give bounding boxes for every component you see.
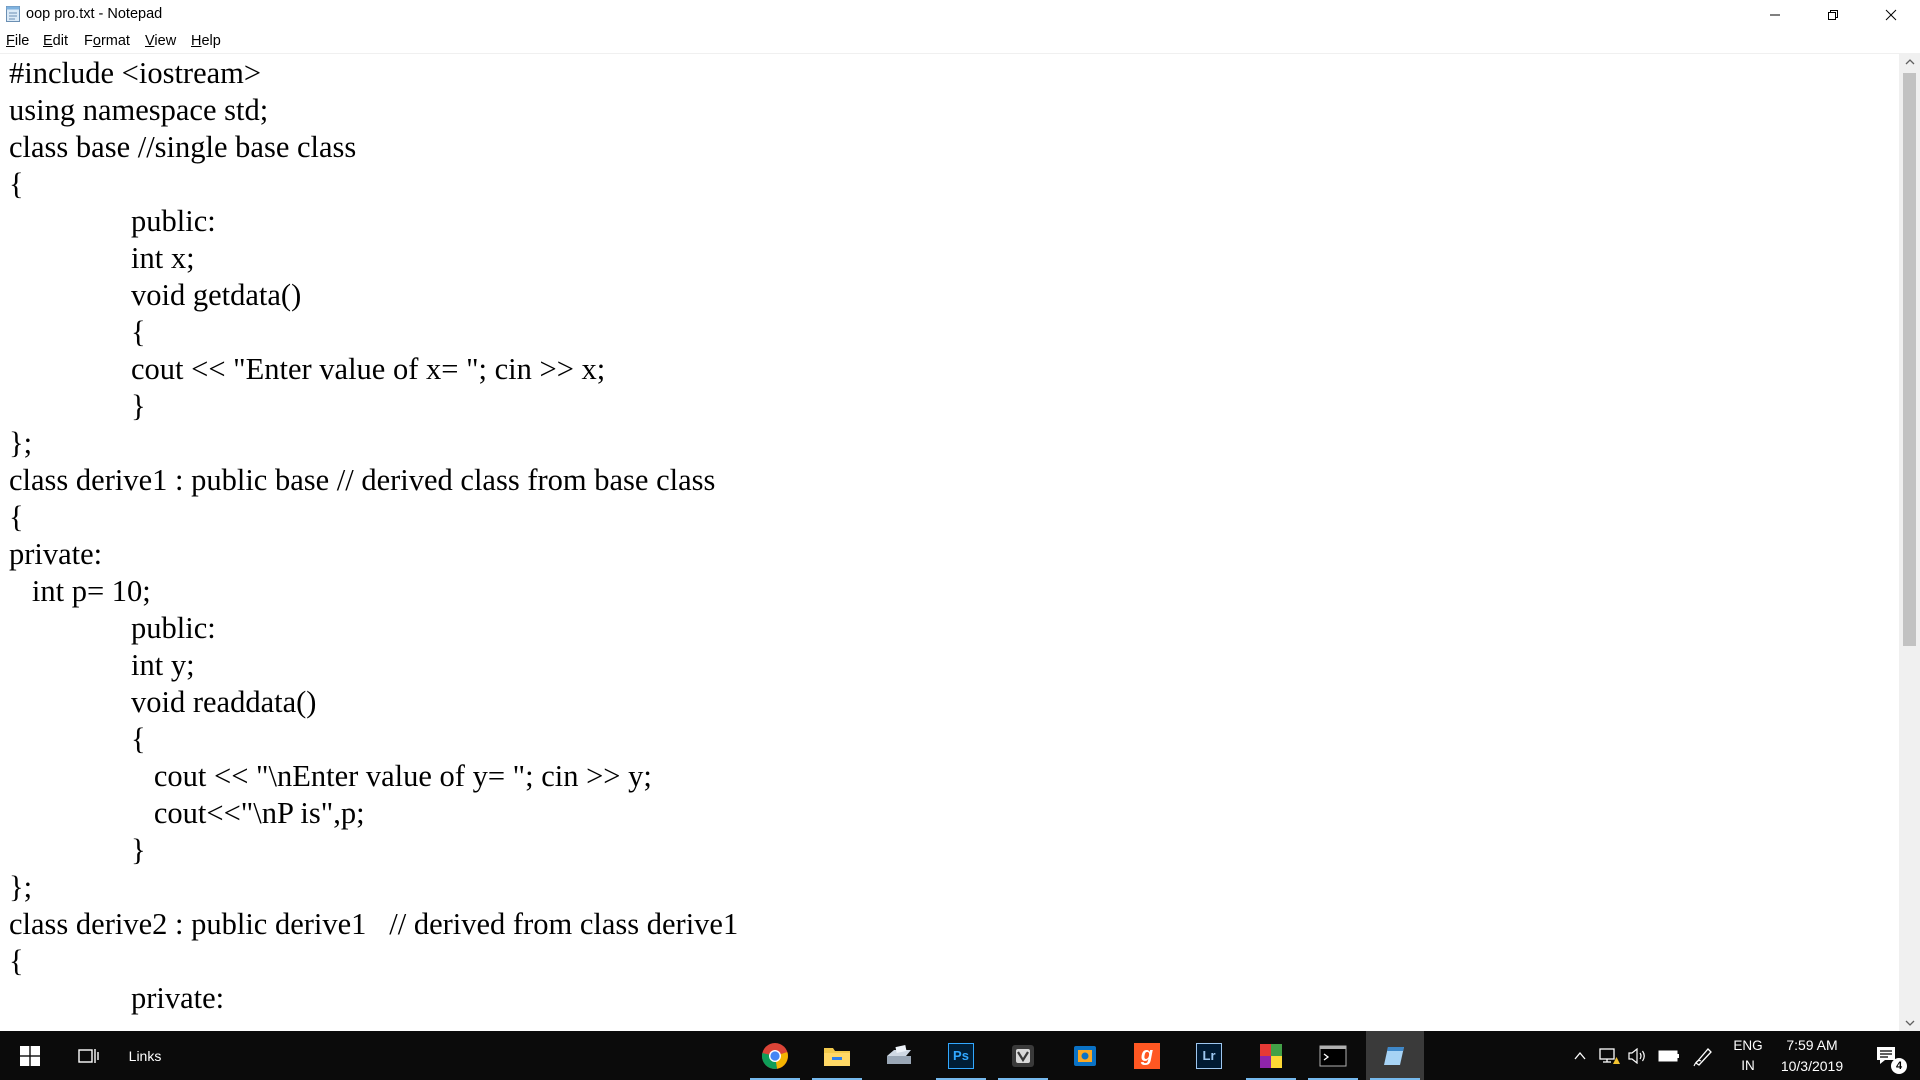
show-hidden-icons-button[interactable]	[1568, 1031, 1592, 1080]
taskbar-app-scanner[interactable]	[870, 1031, 928, 1080]
network-warning-icon	[1599, 1047, 1620, 1064]
task-view-button[interactable]	[64, 1031, 114, 1080]
code-line: {	[9, 315, 146, 349]
scroll-down-button[interactable]	[1899, 1014, 1920, 1031]
code-line: using namespace std;	[9, 93, 269, 127]
code-line: private:	[9, 981, 225, 1015]
code-line: cout << "\nEnter value of y= "; cin >> y…	[9, 759, 652, 793]
scroll-up-button[interactable]	[1899, 53, 1920, 70]
code-line: int y;	[9, 648, 195, 682]
windows-logo-icon	[20, 1045, 40, 1066]
code-line: };	[9, 426, 33, 460]
language-code: ENG	[1733, 1037, 1763, 1053]
code-line: {	[9, 167, 24, 201]
close-button[interactable]	[1862, 0, 1920, 30]
minimize-icon	[1770, 14, 1780, 16]
menu-format[interactable]: Format	[84, 33, 130, 49]
code-line: }	[9, 833, 146, 867]
code-line: {	[9, 722, 146, 756]
clock-date: 10/3/2019	[1780, 1057, 1844, 1074]
notepad-icon	[1384, 1046, 1404, 1065]
file-explorer-icon	[824, 1047, 850, 1066]
pen-icon	[1693, 1047, 1712, 1066]
restore-icon	[1828, 10, 1838, 20]
outlook-icon	[1074, 1045, 1096, 1066]
pen-tray-button[interactable]	[1688, 1031, 1718, 1080]
chevron-down-icon	[1905, 1020, 1914, 1026]
code-line: class derive2 : public derive1 // derive…	[9, 907, 739, 941]
photoshop-icon: Ps	[948, 1042, 974, 1069]
code-line: class base //single base class	[9, 130, 357, 164]
code-line: int x;	[9, 241, 195, 275]
chrome-icon	[761, 1042, 788, 1069]
input-language-button[interactable]: ENG IN	[1726, 1031, 1770, 1080]
taskbar-app-notepad[interactable]	[1366, 1031, 1424, 1080]
code-line: void readdata()	[9, 685, 317, 719]
minimize-button[interactable]	[1746, 0, 1804, 30]
taskbar-app-photoshop[interactable]: Ps	[932, 1031, 990, 1080]
volume-icon	[1628, 1047, 1645, 1064]
taskbar-app-cmd[interactable]	[1304, 1031, 1362, 1080]
code-line: #include <iostream>	[9, 56, 262, 90]
chevron-up-icon	[1905, 58, 1914, 64]
code-line: {	[9, 500, 24, 534]
clock-button[interactable]: 7:59 AM 10/3/2019	[1772, 1031, 1852, 1080]
notepad-app-icon	[6, 6, 20, 22]
restore-button[interactable]	[1804, 0, 1862, 30]
taskbar-app-chrome[interactable]	[746, 1031, 804, 1080]
taskbar-app-file-explorer[interactable]	[808, 1031, 866, 1080]
taskbar-app-vmware[interactable]	[994, 1031, 1052, 1080]
winrar-icon	[1260, 1043, 1282, 1068]
code-line: {	[9, 944, 24, 978]
links-toolbar[interactable]: Links	[120, 1031, 170, 1080]
language-region: IN	[1741, 1057, 1755, 1073]
scanner-icon	[887, 1044, 911, 1064]
code-line: int p= 10;	[9, 574, 151, 608]
menu-help[interactable]: Help	[191, 33, 221, 49]
links-label: Links	[128, 1047, 162, 1064]
code-line: public:	[9, 611, 216, 645]
code-line: void getdata()	[9, 278, 302, 312]
clock-time: 7:59 AM	[1786, 1036, 1838, 1053]
menu-bar: File Edit Format View Help	[0, 30, 1920, 53]
network-tray-button[interactable]	[1596, 1031, 1622, 1080]
vmware-icon	[1012, 1044, 1034, 1067]
volume-tray-button[interactable]	[1624, 1031, 1650, 1080]
g-app-icon: g	[1134, 1042, 1160, 1069]
start-button[interactable]	[0, 1031, 60, 1080]
action-center-button[interactable]: 4	[1862, 1031, 1912, 1080]
code-line: }	[9, 389, 146, 423]
scroll-thumb[interactable]	[1903, 73, 1916, 646]
menu-file[interactable]: File	[6, 33, 29, 49]
code-line: private:	[9, 537, 103, 571]
menu-view[interactable]: View	[145, 33, 176, 49]
chevron-up-icon	[1574, 1051, 1586, 1059]
taskbar-app-g[interactable]: g	[1118, 1031, 1176, 1080]
close-icon	[1885, 9, 1897, 21]
window-title: oop pro.txt - Notepad	[26, 6, 163, 22]
title-bar: oop pro.txt - Notepad	[0, 0, 1920, 30]
taskbar-app-lightroom[interactable]: Lr	[1180, 1031, 1238, 1080]
code-line: cout << "Enter value of x= "; cin >> x;	[9, 352, 606, 386]
taskbar: Links Ps g Lr ENG IN 7:59 AM 10/3/2019 4	[0, 1031, 1920, 1080]
taskbar-app-outlook[interactable]	[1056, 1031, 1114, 1080]
code-line: };	[9, 870, 33, 904]
menu-edit[interactable]: Edit	[43, 33, 68, 49]
notifications-icon: 4	[1875, 1044, 1907, 1074]
cmd-icon	[1319, 1045, 1347, 1066]
taskbar-app-winrar[interactable]	[1242, 1031, 1300, 1080]
code-line: public:	[9, 204, 216, 238]
notification-count-badge: 4	[1891, 1057, 1907, 1074]
battery-tray-button[interactable]	[1654, 1031, 1684, 1080]
code-line: cout<<"\nP is",p;	[9, 796, 365, 830]
lightroom-icon: Lr	[1196, 1042, 1222, 1069]
code-line: class derive1 : public base // derived c…	[9, 463, 716, 497]
vertical-scrollbar[interactable]	[1899, 53, 1920, 1031]
text-editor[interactable]: #include <iostream> using namespace std;…	[0, 53, 1899, 1032]
task-view-icon	[78, 1048, 99, 1063]
battery-icon	[1658, 1050, 1679, 1061]
